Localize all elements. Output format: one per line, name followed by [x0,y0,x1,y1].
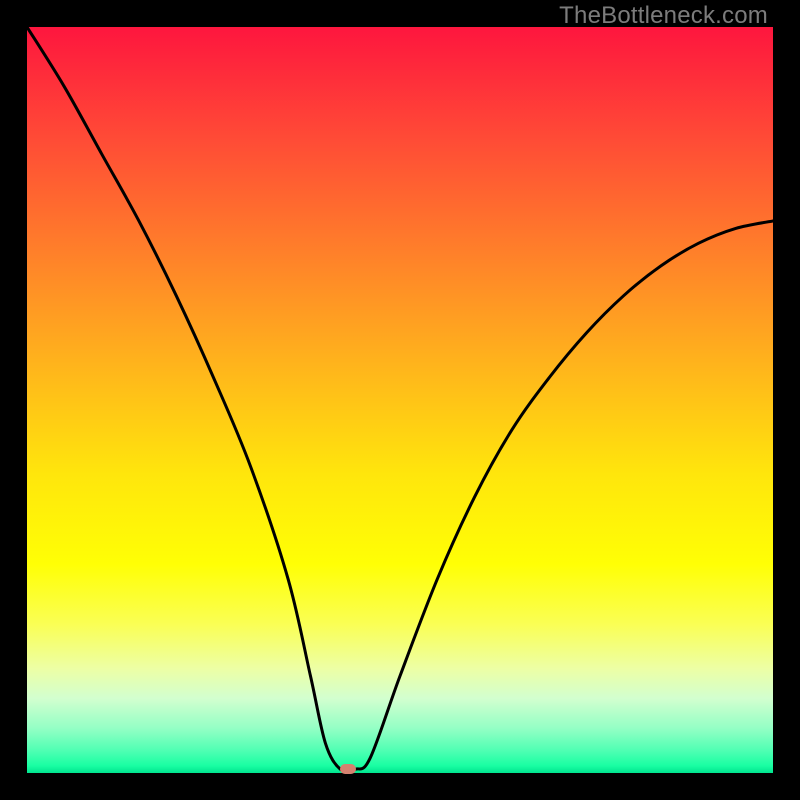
bottleneck-curve [27,27,773,773]
watermark-text: TheBottleneck.com [559,2,768,30]
plot-area [27,27,773,773]
nadir-marker [340,764,356,774]
chart-frame: TheBottleneck.com [0,0,800,800]
